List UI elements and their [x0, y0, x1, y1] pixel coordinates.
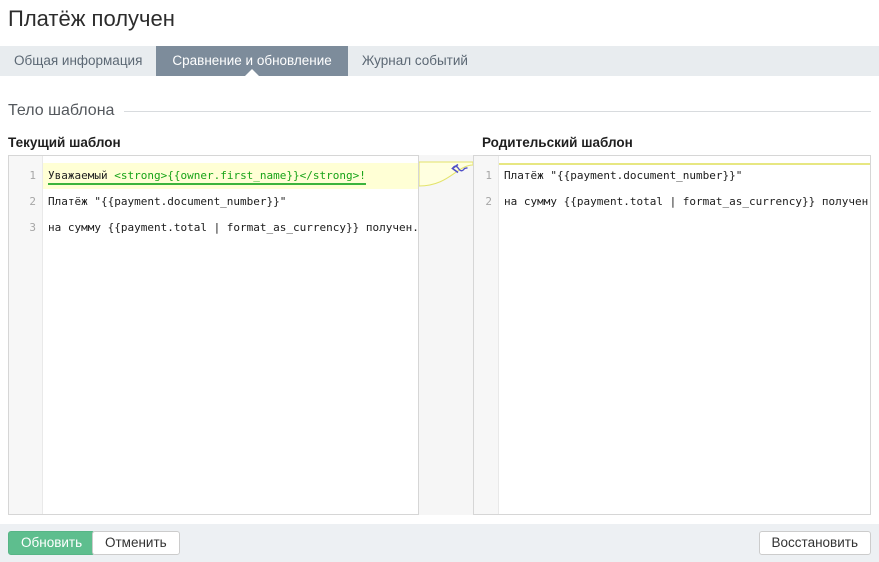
line-number: 1 — [9, 163, 43, 189]
action-footer: Обновить Отменить Восстановить — [0, 524, 879, 562]
section-title: Тело шаблона — [8, 102, 114, 120]
template-detail-page: Платёж получен Общая информация Сравнени… — [0, 0, 879, 562]
code-line: на сумму {{payment.total | format_as_cur… — [43, 215, 418, 241]
current-template-label: Текущий шаблон — [8, 135, 121, 150]
inserted-markup-segment: <strong>{{owner.first_name}}</strong>! — [114, 169, 366, 185]
parent-template-editor[interactable]: 1 Платёж "{{payment.document_number}}" 2… — [473, 155, 871, 515]
line-number: 2 — [9, 189, 43, 215]
tab-compare-update[interactable]: Сравнение и обновление — [156, 46, 347, 76]
line-number: 2 — [474, 189, 499, 215]
inserted-text-segment: Уважаемый — [48, 169, 114, 185]
tab-event-log[interactable]: Журнал событий — [348, 46, 482, 76]
tab-bar: Общая информация Сравнение и обновление … — [0, 46, 879, 76]
merge-gap-gutter — [419, 155, 473, 515]
code-line-row: 1 Платёж "{{payment.document_number}}" — [474, 163, 870, 189]
page-title: Платёж получен — [8, 6, 175, 32]
code-line: Уважаемый <strong>{{owner.first_name}}</… — [43, 163, 418, 189]
section-heading-row: Тело шаблона — [8, 102, 871, 120]
code-line: на сумму {{payment.total | format_as_cur… — [499, 189, 870, 215]
code-line: Платёж "{{payment.document_number}}" — [43, 189, 418, 215]
line-number: 3 — [9, 215, 43, 241]
restore-button[interactable]: Восстановить — [759, 531, 871, 555]
cancel-button[interactable]: Отменить — [92, 531, 180, 555]
section-divider — [124, 111, 871, 112]
squiggle-arrow-left-icon[interactable] — [450, 163, 469, 174]
diff-inserted-line: 1 Уважаемый <strong>{{owner.first_name}}… — [9, 163, 418, 189]
tab-compare-update-label: Сравнение и обновление — [172, 53, 331, 68]
code-line-row: 2 на сумму {{payment.total | format_as_c… — [474, 189, 870, 215]
code-line: Платёж "{{payment.document_number}}" — [499, 163, 870, 189]
code-line-row: 2 Платёж "{{payment.document_number}}" — [9, 189, 418, 215]
parent-template-code: 1 Платёж "{{payment.document_number}}" 2… — [474, 156, 870, 215]
code-line-row: 3 на сумму {{payment.total | format_as_c… — [9, 215, 418, 241]
line-number: 1 — [474, 163, 499, 189]
merge-view: 1 Уважаемый <strong>{{owner.first_name}}… — [8, 155, 871, 515]
parent-template-label: Родительский шаблон — [482, 135, 633, 150]
current-template-editor[interactable]: 1 Уважаемый <strong>{{owner.first_name}}… — [8, 155, 419, 515]
current-template-code: 1 Уважаемый <strong>{{owner.first_name}}… — [9, 156, 418, 241]
update-button[interactable]: Обновить — [8, 531, 95, 555]
active-tab-notch — [245, 69, 259, 76]
tab-general-info[interactable]: Общая информация — [0, 46, 156, 76]
